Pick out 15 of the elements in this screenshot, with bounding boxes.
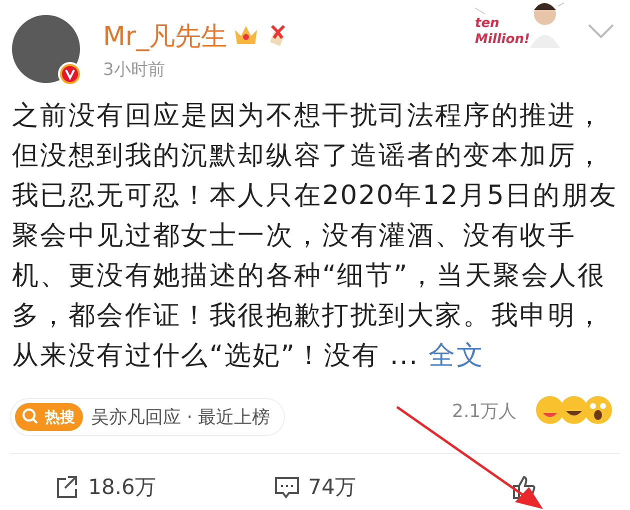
search-icon xyxy=(21,406,39,425)
share-count[interactable]: 18.6万 xyxy=(88,472,156,504)
hot-search-badge: 热搜 xyxy=(15,402,83,432)
crown-icon xyxy=(233,24,259,46)
more-link[interactable]: 全文 xyxy=(428,340,485,371)
post-time: 3小时前 xyxy=(103,59,165,82)
verified-icon xyxy=(58,62,82,86)
hot-search-topic: 吴亦凡回应 · 最近上榜 xyxy=(91,406,270,430)
comment-icon[interactable] xyxy=(274,474,300,501)
sticker-text: ten Million! xyxy=(475,16,531,48)
comment-count[interactable]: 74万 xyxy=(308,472,356,504)
post-text: 之前没有回应是因为不想干扰司法程序的推进，但没想到我的沉默却纵容了造谣者的变本加厉，我已忍无可忍！本人只在2020年12月5日的朋友聚会中见过都女士一次，没有灌酒、没有收手机、更没有她描述的各种“细节”，当天聚会人很多，都会作证！我很抱歉打扰到大家。我申明，从来没有过什么“选妃”！没有 ... 全文 xyxy=(11,99,619,373)
reaction-count: 2.1万人 xyxy=(452,400,517,424)
hot-search-tag[interactable]: 热搜 吴亦凡回应 · 最近上榜 xyxy=(10,398,286,436)
reaction-emoji-icon xyxy=(535,395,613,425)
